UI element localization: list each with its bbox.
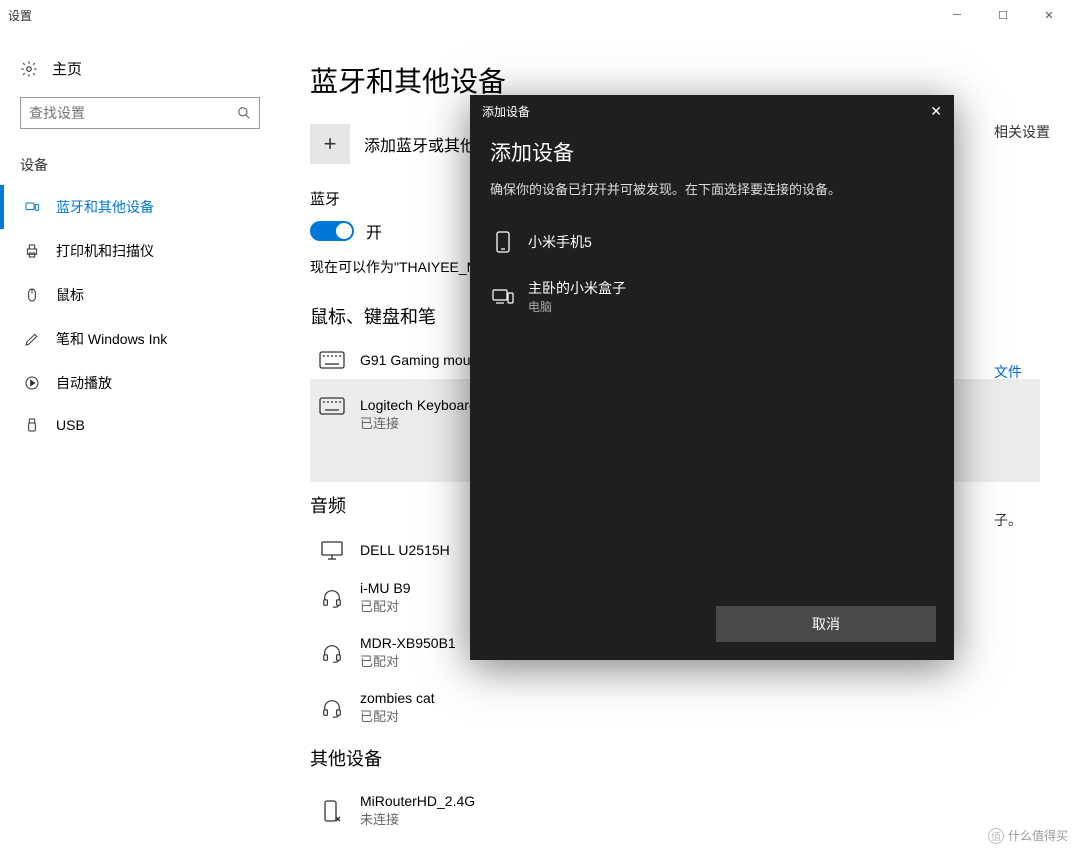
dialog-titlebar: 添加设备 ✕ [470,95,954,127]
bluetooth-state: 开 [366,219,382,243]
device-status: 已配对 [360,651,456,670]
sidebar-item-label: 笔和 Windows Ink [56,329,167,349]
device-row[interactable]: MiRouterHD_2.4G未连接 [310,783,1040,838]
discovered-device-type: 电脑 [528,298,626,315]
computer-icon [492,288,514,306]
device-row[interactable]: zombies cat已配对 [310,680,1040,735]
window-title: 设置 [8,7,32,24]
close-button[interactable]: ✕ [1026,0,1072,30]
related-settings: 相关设置 文件 子。 [994,122,1050,530]
phone-icon [492,230,514,254]
dialog-subtext: 确保你的设备已打开并可被发现。在下面选择要连接的设备。 [490,179,934,198]
window-titlebar: 设置 ─ ☐ ✕ [0,0,1080,30]
device-status: 已配对 [360,706,435,725]
watermark: 值 什么值得买 [988,827,1068,844]
dialog-title: 添加设备 [482,103,530,120]
related-heading: 相关设置 [994,122,1050,142]
minimize-button[interactable]: ─ [934,0,980,30]
pen-icon [24,331,40,347]
search-input[interactable] [29,105,237,121]
section-label: 设备 [0,155,280,185]
keyboard-icon [318,397,346,415]
sidebar-item-autoplay[interactable]: 自动播放 [0,361,280,405]
device-name: G91 Gaming mouse [360,352,485,368]
home-link[interactable]: 主页 [0,50,280,97]
bluetooth-toggle[interactable] [310,221,354,241]
dialog-heading: 添加设备 [490,137,934,167]
discovered-device[interactable]: 主卧的小米盒子电脑 [490,266,934,327]
dialog-close-button[interactable]: ✕ [930,103,942,120]
mouse-icon [24,287,40,303]
sidebar-item-printers[interactable]: 打印机和扫描仪 [0,229,280,273]
home-label: 主页 [52,58,82,79]
sidebar-item-mouse[interactable]: 鼠标 [0,273,280,317]
discovered-device[interactable]: 小米手机5 [490,218,934,266]
related-text-fragment: 子。 [994,510,1050,530]
search-icon [237,106,251,120]
device-name: MDR-XB950B1 [360,635,456,651]
sidebar-item-label: 打印机和扫描仪 [56,241,154,261]
device-name: MiRouterHD_2.4G [360,793,475,809]
device-status: 未连接 [360,809,475,828]
discovered-device-name: 主卧的小米盒子 [528,278,626,298]
gear-icon [20,60,38,78]
maximize-button[interactable]: ☐ [980,0,1026,30]
add-device-dialog: 添加设备 ✕ 添加设备 确保你的设备已打开并可被发现。在下面选择要连接的设备。 … [470,95,954,660]
headset-icon [318,587,346,609]
cancel-button[interactable]: 取消 [716,606,936,642]
related-link[interactable]: 文件 [994,362,1050,382]
sidebar: 主页 设备 蓝牙和其他设备 打印机和扫描仪 鼠标 笔和 Windows Ink [0,30,280,850]
sidebar-item-pen[interactable]: 笔和 Windows Ink [0,317,280,361]
device-status: 已配对 [360,596,411,615]
sidebar-item-bluetooth[interactable]: 蓝牙和其他设备 [0,185,280,229]
phone-link-icon [318,799,346,823]
watermark-icon: 值 [988,828,1004,844]
sidebar-item-label: 自动播放 [56,373,112,393]
device-name: zombies cat [360,690,435,706]
sidebar-item-label: 鼠标 [56,285,84,305]
devices-icon [24,199,40,215]
category-other: 其他设备 [310,745,1040,771]
sidebar-item-label: 蓝牙和其他设备 [56,197,154,217]
plus-icon[interactable]: + [310,124,350,164]
sidebar-item-label: USB [56,417,85,433]
printer-icon [24,243,40,259]
watermark-text: 什么值得买 [1008,827,1068,844]
device-name: i-MU B9 [360,580,411,596]
keyboard-icon [318,351,346,369]
usb-icon [24,417,40,433]
monitor-icon [318,540,346,560]
headset-icon [318,697,346,719]
search-input-wrapper[interactable] [20,97,260,129]
sidebar-item-usb[interactable]: USB [0,405,280,445]
autoplay-icon [24,375,40,391]
headset-icon [318,642,346,664]
device-name: DELL U2515H [360,542,450,558]
page-title: 蓝牙和其他设备 [310,60,1040,100]
discovered-device-name: 小米手机5 [528,232,592,252]
